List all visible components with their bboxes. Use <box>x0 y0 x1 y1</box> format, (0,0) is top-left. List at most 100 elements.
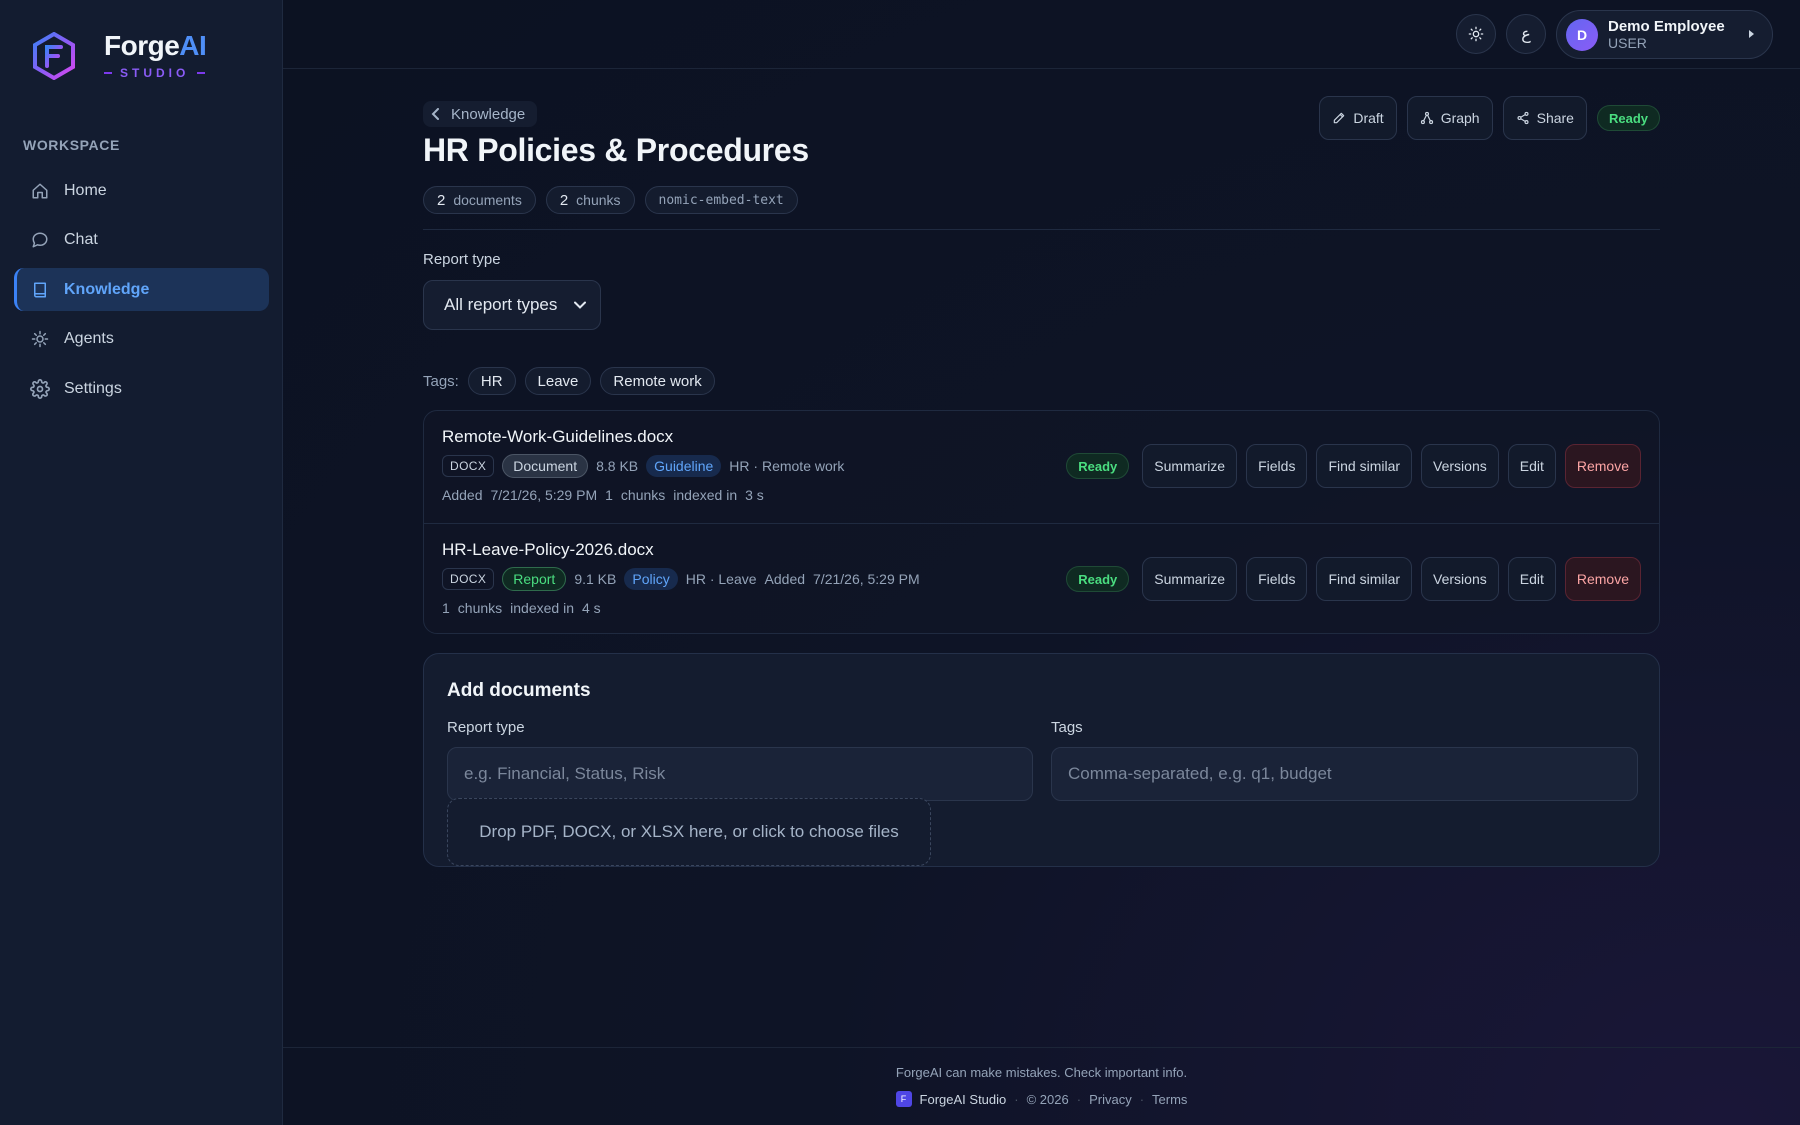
status-badge: Ready <box>1066 566 1130 592</box>
avatar: D <box>1566 18 1598 51</box>
add-documents-title: Add documents <box>447 680 591 701</box>
sidebar-item-chat[interactable]: Chat <box>14 219 269 262</box>
report-type-input-label: Report type <box>447 719 525 736</box>
add-documents-card: Add documents Report type Tags Drop PDF,… <box>423 653 1660 867</box>
sidebar: ForgeAI STUDIO WORKSPACE Home Chat Knowl… <box>0 0 283 1125</box>
type-chip: Report <box>502 567 567 591</box>
embed-model-pill: nomic-embed-text <box>644 186 798 214</box>
report-type-select[interactable]: All report types <box>423 280 601 330</box>
separator: · <box>1076 1091 1082 1107</box>
user-role: USER <box>1608 35 1647 52</box>
added-date: 7/21/26, 5:29 PM <box>813 571 920 587</box>
index-time: 4 s <box>581 600 601 616</box>
brand-subtitle: STUDIO <box>104 66 206 80</box>
chevron-right-icon <box>1749 30 1754 38</box>
language-toggle-button[interactable]: ع <box>1506 14 1546 54</box>
sidebar-item-label: Knowledge <box>64 280 150 298</box>
versions-button[interactable]: Versions <box>1421 557 1499 601</box>
edit-button[interactable]: Edit <box>1507 444 1556 488</box>
sun-icon <box>1468 26 1484 42</box>
status-badge: Ready <box>1066 453 1130 479</box>
theme-toggle-button[interactable] <box>1456 14 1496 54</box>
disclaimer: ForgeAI can make mistakes. Check importa… <box>895 1065 1188 1080</box>
category-chip: Guideline <box>646 455 722 477</box>
versions-button[interactable]: Versions <box>1421 444 1499 488</box>
chevron-left-icon <box>431 108 439 120</box>
copyright: © 2026 <box>1026 1091 1069 1107</box>
remove-button[interactable]: Remove <box>1564 557 1641 601</box>
kb-meta: 2 documents 2 chunks nomic-embed-text <box>423 186 798 214</box>
document-name[interactable]: HR-Leave-Policy-2026.docx <box>442 540 654 560</box>
home-icon <box>30 181 50 201</box>
book-icon <box>30 280 50 300</box>
file-size: 8.8 KB <box>596 458 639 474</box>
document-row: Remote-Work-Guidelines.docx DOCX Documen… <box>424 411 1659 523</box>
document-row: HR-Leave-Policy-2026.docx DOCX Report 9.… <box>424 523 1659 635</box>
document-name[interactable]: Remote-Work-Guidelines.docx <box>442 427 673 447</box>
chunk-count: 1 <box>442 600 450 616</box>
file-size: 9.1 KB <box>574 571 617 587</box>
document-meta: DOCX Document 8.8 KB Guideline HR · Remo… <box>442 454 844 478</box>
document-actions: Ready Summarize Fields Find similar Vers… <box>1066 557 1641 601</box>
breadcrumb-back-link[interactable]: Knowledge <box>423 101 538 127</box>
tag-filter-remote-work[interactable]: Remote work <box>600 367 715 395</box>
sidebar-item-label: Settings <box>64 379 122 397</box>
report-type-input[interactable] <box>447 747 1033 801</box>
footer: ForgeAI can make mistakes. Check importa… <box>283 1047 1800 1125</box>
status-badge: Ready <box>1596 105 1660 131</box>
sidebar-section-label: WORKSPACE <box>23 137 120 153</box>
footer-links: F ForgeAI Studio · © 2026 · Privacy · Te… <box>283 1091 1800 1107</box>
find-similar-button[interactable]: Find similar <box>1316 557 1413 601</box>
tag-filter: Tags: HR Leave Remote work <box>423 367 715 395</box>
sidebar-item-label: Agents <box>64 330 114 347</box>
sidebar-item-home[interactable]: Home <box>14 169 269 212</box>
user-menu-button[interactable]: D Demo Employee USER <box>1556 10 1773 59</box>
page-actions: Draft Graph Share Ready <box>1319 96 1660 140</box>
sidebar-item-settings[interactable]: Settings <box>14 367 269 410</box>
sidebar-item-agents[interactable]: Agents <box>14 318 269 361</box>
summarize-button[interactable]: Summarize <box>1142 557 1238 601</box>
tags-label: Tags: <box>423 372 459 390</box>
report-type-filter-label: Report type <box>423 251 501 268</box>
pencil-icon <box>1334 112 1345 124</box>
page-title: HR Policies & Procedures <box>423 132 809 168</box>
remove-button[interactable]: Remove <box>1564 444 1641 488</box>
tags-input-label: Tags <box>1051 719 1083 736</box>
terms-link[interactable]: Terms <box>1152 1092 1187 1107</box>
forgeai-logo-icon <box>33 32 75 80</box>
share-button[interactable]: Share <box>1502 96 1587 140</box>
share-icon <box>1517 111 1529 125</box>
document-tags: HR · Leave <box>685 571 757 587</box>
fields-button[interactable]: Fields <box>1246 557 1308 601</box>
tags-input[interactable] <box>1051 747 1638 801</box>
edit-button[interactable]: Edit <box>1507 557 1556 601</box>
language-glyph: ع <box>1521 26 1531 43</box>
format-chip: DOCX <box>442 568 495 590</box>
graph-icon <box>1420 111 1433 125</box>
index-time: 3 s <box>745 487 764 503</box>
divider <box>423 229 1660 230</box>
document-index-info: 1 chunks indexed in 4 s <box>442 600 601 616</box>
chevron-down-icon <box>574 301 586 309</box>
file-dropzone[interactable]: Drop PDF, DOCX, or XLSX here, or click t… <box>447 798 931 866</box>
agent-icon <box>30 329 50 349</box>
report-type-selected: All report types <box>444 295 558 314</box>
fields-button[interactable]: Fields <box>1246 444 1308 488</box>
document-meta: DOCX Report 9.1 KB Policy HR · Leave Add… <box>442 567 920 591</box>
added-date: 7/21/26, 5:29 PM <box>490 487 598 503</box>
find-similar-button[interactable]: Find similar <box>1316 444 1413 488</box>
tag-filter-leave[interactable]: Leave <box>524 367 592 395</box>
document-tags: HR · Remote work <box>729 458 845 474</box>
summarize-button[interactable]: Summarize <box>1142 444 1238 488</box>
format-chip: DOCX <box>442 455 495 477</box>
document-index-info: Added 7/21/26, 5:29 PM 1 chunks indexed … <box>442 487 764 503</box>
separator: · <box>1139 1091 1145 1107</box>
sidebar-item-knowledge[interactable]: Knowledge <box>14 268 269 311</box>
user-name: Demo Employee <box>1608 17 1725 35</box>
draft-button[interactable]: Draft <box>1319 96 1397 140</box>
graph-button[interactable]: Graph <box>1406 96 1493 140</box>
privacy-link[interactable]: Privacy <box>1089 1092 1132 1107</box>
brand[interactable]: ForgeAI STUDIO <box>32 32 207 80</box>
gear-icon <box>30 378 50 399</box>
tag-filter-hr[interactable]: HR <box>467 367 516 395</box>
